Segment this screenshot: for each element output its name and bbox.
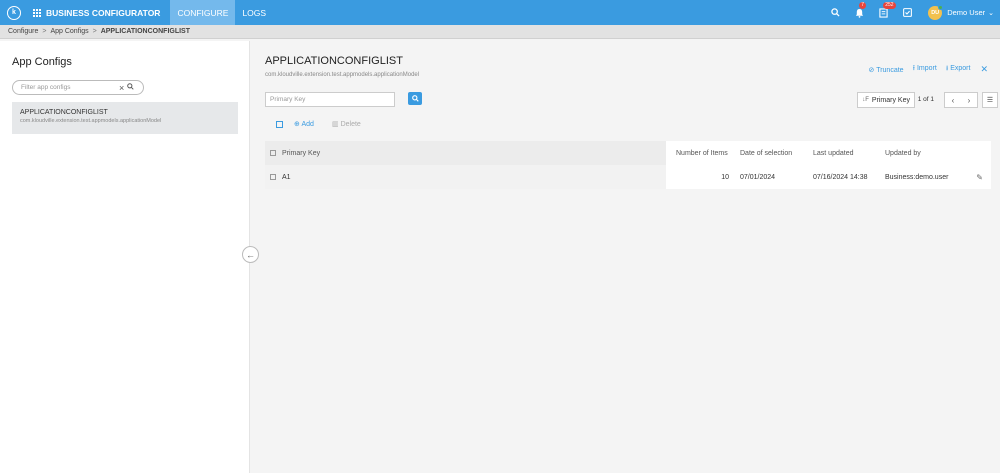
tasks-icon[interactable]: 252: [877, 1, 896, 19]
table-header-row: Primary Key Number of Items Date of sele…: [265, 141, 991, 165]
app-configs-sidebar: App Configs × APPLICATIONCONFIGLIST com.…: [0, 41, 250, 473]
column-header-updated-by[interactable]: Updated by: [880, 141, 956, 165]
plus-circle-icon: ⊕: [294, 121, 300, 128]
main-panel: APPLICATIONCONFIGLIST com.kloudville.ext…: [251, 41, 1000, 473]
collapse-sidebar-button[interactable]: ←: [242, 246, 259, 263]
app-name: BUSINESS CONFIGURATOR: [46, 7, 161, 18]
column-header-actions: [956, 141, 991, 165]
chevron-right-icon: >: [42, 28, 47, 35]
trash-icon: ▥: [332, 121, 339, 128]
edit-icon[interactable]: ✎: [956, 165, 991, 189]
tasks-badge: 252: [883, 1, 896, 9]
header-tools: 7 252 DU Demo User ⌄: [817, 0, 994, 25]
config-item-subtitle: com.kloudville.extension.test.appmodels.…: [20, 118, 162, 124]
column-header-number-of-items[interactable]: Number of Items: [666, 141, 735, 165]
select-all-checkbox[interactable]: [276, 121, 283, 128]
column-header-last-updated[interactable]: Last updated: [808, 141, 880, 165]
header-checkbox[interactable]: [270, 150, 276, 156]
chevron-down-icon[interactable]: ⌄: [988, 9, 994, 17]
config-item-title: APPLICATIONCONFIGLIST: [20, 109, 108, 116]
chevron-right-icon[interactable]: ›: [961, 96, 977, 105]
breadcrumb: Configure > App Configs > APPLICATIONCON…: [0, 25, 1000, 39]
tab-configure[interactable]: CONFIGURE: [170, 0, 236, 25]
page-subtitle: com.kloudville.extension.test.appmodels.…: [265, 72, 420, 78]
cell-number-of-items: 10: [721, 173, 729, 181]
breadcrumb-configure[interactable]: Configure: [8, 28, 38, 35]
tab-logs[interactable]: LOGS: [235, 0, 273, 25]
online-status-dot: [938, 4, 944, 10]
truncate-icon: ⊘: [868, 66, 875, 74]
breadcrumb-current: APPLICATIONCONFIGLIST: [100, 28, 190, 35]
arrow-left-icon: ←: [246, 249, 255, 260]
user-menu[interactable]: Demo User: [947, 8, 985, 17]
export-button[interactable]: ⭳ Export: [946, 64, 971, 75]
cell-primary-key: A1: [265, 165, 666, 189]
close-icon[interactable]: ✕: [980, 64, 988, 75]
cell-updated-by: Business:demo.user: [885, 173, 949, 181]
cell-date-of-selection: 07/01/2024: [740, 173, 776, 181]
sidebar-item-applicationconfiglist[interactable]: APPLICATIONCONFIGLIST com.kloudville.ext…: [12, 102, 238, 134]
page-title: APPLICATIONCONFIGLIST: [265, 55, 403, 67]
app-logo[interactable]: k: [7, 5, 21, 20]
breadcrumb-app-configs[interactable]: App Configs: [50, 28, 88, 35]
app-switcher[interactable]: BUSINESS CONFIGURATOR: [33, 0, 160, 25]
delete-button[interactable]: ▥ Delete: [332, 120, 361, 128]
list-view-icon[interactable]: ☰: [982, 92, 998, 108]
top-navigation-bar: k BUSINESS CONFIGURATOR CONFIGURE LOGS 7…: [0, 0, 1000, 25]
search-button[interactable]: [408, 92, 422, 105]
row-checkbox[interactable]: [270, 174, 276, 180]
action-bar: ⊘ Truncate ⭱ Import ⭳ Export ✕: [859, 64, 988, 75]
sort-label: Primary Key: [871, 96, 910, 104]
upload-icon: ⭱: [912, 65, 916, 72]
clear-icon[interactable]: ×: [119, 83, 124, 93]
download-icon: ⭳: [945, 65, 949, 72]
column-header-date-of-selection[interactable]: Date of selection: [735, 141, 808, 165]
grid-icon: [33, 8, 41, 17]
cell-last-updated: 07/16/2024 14:38: [813, 173, 868, 181]
primary-key-search-input[interactable]: [265, 92, 395, 107]
sort-icon: ↓F: [862, 97, 869, 103]
filter-app-configs-input[interactable]: [21, 84, 117, 91]
sort-selector[interactable]: ↓F Primary Key: [857, 92, 915, 108]
notification-badge: 7: [859, 1, 866, 9]
inbox-check-icon[interactable]: [901, 7, 913, 19]
data-table: Primary Key Number of Items Date of sele…: [265, 141, 991, 189]
chevron-left-icon[interactable]: ‹: [945, 96, 961, 105]
add-button[interactable]: ⊕ Add: [294, 120, 314, 128]
avatar[interactable]: DU: [928, 4, 944, 20]
truncate-button[interactable]: ⊘ Truncate: [868, 66, 903, 74]
search-icon[interactable]: [127, 83, 134, 92]
bell-icon[interactable]: 7: [853, 1, 866, 19]
search-icon: [411, 95, 419, 102]
column-header-primary-key[interactable]: Primary Key: [265, 141, 666, 165]
import-button[interactable]: ⭱ Import: [913, 64, 937, 75]
sidebar-title: App Configs: [12, 56, 72, 68]
table-row[interactable]: A1 10 07/01/2024 07/16/2024 14:38 Busine…: [265, 165, 991, 189]
page-indicator: 1 of 1: [917, 96, 934, 103]
chevron-right-icon: >: [92, 28, 97, 35]
filter-box: ×: [12, 80, 144, 95]
search-icon[interactable]: [829, 7, 841, 19]
pager-buttons: ‹ ›: [944, 92, 978, 108]
